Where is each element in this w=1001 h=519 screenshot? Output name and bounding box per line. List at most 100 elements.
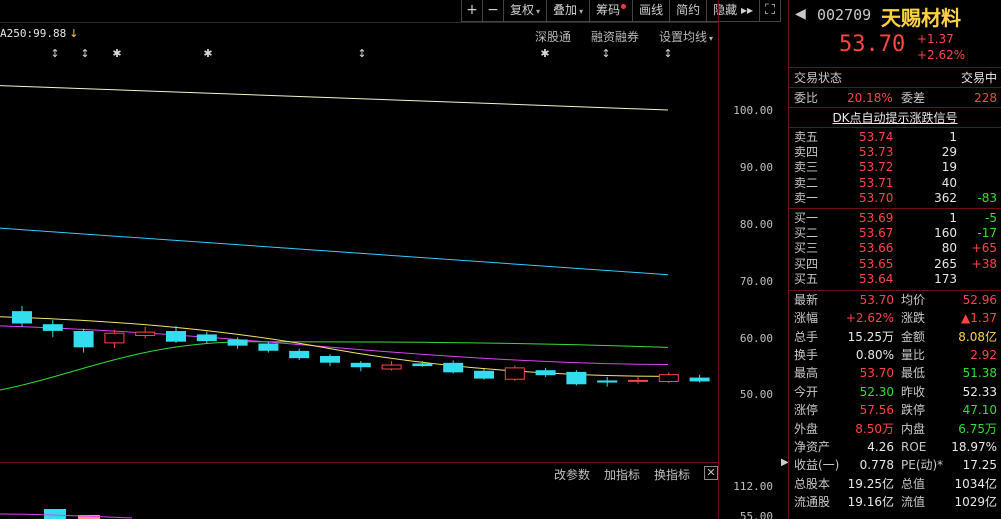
candle-body[interactable] bbox=[258, 343, 279, 351]
candle-body[interactable] bbox=[597, 380, 618, 383]
bid-level-row[interactable]: 买四 53.65 265 +38 bbox=[789, 257, 1001, 272]
stat-value: 8.08亿 bbox=[958, 329, 997, 344]
candle-body[interactable] bbox=[227, 339, 248, 346]
candle-body[interactable] bbox=[73, 331, 94, 348]
collapse-panel-handle[interactable]: ▶ bbox=[781, 448, 789, 478]
stat-label: 涨幅 bbox=[794, 311, 819, 326]
overlay-button-label: 叠加 bbox=[553, 3, 578, 17]
stat-label: 换手 bbox=[794, 348, 819, 363]
event-marker-icon[interactable]: ↕ bbox=[357, 47, 366, 60]
stat-label: 今开 bbox=[794, 384, 819, 399]
candle-body[interactable] bbox=[104, 332, 125, 344]
event-marker-icon[interactable]: ↕ bbox=[80, 47, 89, 60]
chips-button[interactable]: 筹码 bbox=[590, 0, 634, 22]
adjust-button[interactable]: 复权 ▾ bbox=[504, 0, 548, 22]
candle-body[interactable] bbox=[381, 364, 402, 370]
stat-value: 0.80% bbox=[855, 348, 894, 363]
level-volume: 362 bbox=[934, 190, 957, 205]
candle-body[interactable] bbox=[350, 362, 371, 368]
weibi-label: 委比 bbox=[794, 91, 819, 105]
draw-line-button[interactable]: 画线 bbox=[633, 0, 671, 22]
link-hk-connect[interactable]: 深股通 bbox=[535, 28, 571, 45]
ask-level-row[interactable]: 卖二 53.71 40 bbox=[789, 176, 1001, 191]
candle-body[interactable] bbox=[412, 363, 433, 367]
stat-label: 最新 bbox=[794, 292, 819, 307]
weicha-label: 委差 bbox=[901, 91, 926, 105]
candle-body[interactable] bbox=[689, 377, 710, 382]
ask-level-row[interactable]: 卖三 53.72 19 bbox=[789, 160, 1001, 175]
candle-body[interactable] bbox=[474, 370, 494, 379]
bid-level-row[interactable]: 买二 53.67 160 -17 bbox=[789, 226, 1001, 241]
candle-body[interactable] bbox=[535, 370, 556, 376]
zoom-out-button[interactable]: − bbox=[483, 0, 505, 22]
level-label: 卖二 bbox=[794, 175, 819, 190]
event-marker-icon[interactable]: ✱ bbox=[112, 47, 121, 60]
stat-value: 52.96 bbox=[962, 292, 997, 307]
kline-chart-canvas[interactable]: ↕ ↕ ✱ ✱ ↕ ✱ ↕ ↕ bbox=[0, 0, 718, 519]
level-delta: -5 bbox=[985, 210, 997, 225]
kline-chart-area[interactable]: ↕ ↕ ✱ ✱ ↕ ✱ ↕ ↕ A250:99.88 ↓ 深股通 融资融券 设置均线 ▾ + − 复权… bbox=[0, 0, 781, 519]
chevron-down-icon: ▾ bbox=[536, 7, 541, 16]
ask-level-row[interactable]: 卖四 53.73 29 bbox=[789, 145, 1001, 160]
stat-value: 53.70 bbox=[859, 292, 894, 307]
stat-value: 17.25 bbox=[962, 458, 997, 473]
candle-body[interactable] bbox=[42, 324, 63, 331]
quote-header: ◀ 002709 天赐材料 53.70 +1.37 +2.62% bbox=[789, 0, 1001, 68]
stat-label: ROE bbox=[901, 440, 927, 454]
ask-level-row[interactable]: 卖一 53.70 362 -83 bbox=[789, 191, 1001, 206]
event-marker-icon[interactable]: ↕ bbox=[50, 47, 59, 60]
simple-mode-button[interactable]: 简约 bbox=[670, 0, 708, 22]
bid-level-row[interactable]: 买五 53.64 173 bbox=[789, 272, 1001, 287]
stat-label: 收益(一) bbox=[794, 458, 840, 473]
chevron-left-icon[interactable]: ◀ bbox=[795, 6, 806, 22]
moving-average-line bbox=[0, 227, 669, 276]
event-marker-icon[interactable]: ↕ bbox=[601, 47, 610, 60]
bid-level-row[interactable]: 买一 53.69 1 -5 bbox=[789, 211, 1001, 226]
stat-value: 4.26 bbox=[867, 440, 894, 454]
event-marker-icon[interactable]: ↕ bbox=[663, 47, 672, 60]
ask-level-row[interactable]: 卖五 53.74 1 bbox=[789, 130, 1001, 145]
event-marker-icon[interactable]: ✱ bbox=[540, 47, 549, 60]
switch-indicator-button[interactable]: 换指标 bbox=[654, 466, 690, 483]
dk-signal-link[interactable]: DK点自动提示涨跌信号 bbox=[789, 108, 1001, 128]
add-indicator-button[interactable]: 加指标 bbox=[604, 466, 640, 483]
stat-value: 19.16亿 bbox=[847, 495, 894, 510]
candle-body[interactable] bbox=[566, 371, 587, 385]
quote-stats: 最新 53.70 均价 52.96 涨幅 +2.62% 涨跌 ▲1.37 总手 15.25万 金额 8… bbox=[789, 291, 1001, 512]
candle-body[interactable] bbox=[504, 367, 525, 380]
stat-row: 净资产 4.26 ROE 18.97% bbox=[789, 438, 1001, 456]
stat-label: 均价 bbox=[901, 292, 926, 307]
level-price: 53.64 bbox=[859, 271, 894, 286]
stat-row: 最新 53.70 均价 52.96 bbox=[789, 291, 1001, 309]
candle-body[interactable] bbox=[289, 350, 310, 359]
change-percent: +2.62% bbox=[917, 48, 966, 62]
stat-value: 19.25亿 bbox=[847, 476, 894, 491]
link-margin-trading[interactable]: 融资融券 bbox=[591, 28, 639, 45]
edit-params-button[interactable]: 改参数 bbox=[554, 466, 590, 483]
candle-body[interactable] bbox=[320, 356, 340, 363]
event-marker-icon[interactable]: ✱ bbox=[203, 47, 212, 60]
candle-body[interactable] bbox=[658, 374, 679, 383]
zoom-in-button[interactable]: + bbox=[462, 0, 484, 22]
draw-line-button-label: 画线 bbox=[639, 3, 664, 17]
overlay-button[interactable]: 叠加 ▾ bbox=[547, 0, 591, 22]
candle-body[interactable] bbox=[135, 331, 156, 336]
adjust-button-label: 复权 bbox=[510, 3, 535, 17]
stat-value: 6.75万 bbox=[958, 421, 997, 436]
stat-label: 跌停 bbox=[901, 403, 926, 418]
candle-body[interactable] bbox=[196, 334, 217, 342]
level-price: 53.70 bbox=[859, 190, 894, 205]
price-axis: 100.00 90.00 80.00 70.00 60.00 50.00 112.00 55.… bbox=[718, 0, 781, 519]
level-volume: 19 bbox=[941, 160, 957, 175]
stat-value: 1029亿 bbox=[954, 495, 997, 510]
candle-body[interactable] bbox=[443, 362, 464, 373]
candle-body[interactable] bbox=[12, 311, 32, 324]
candle-body[interactable] bbox=[628, 379, 648, 382]
candle-body[interactable] bbox=[166, 331, 186, 342]
quote-panel: ◀ 002709 天赐材料 53.70 +1.37 +2.62% 交易状态 交易… bbox=[788, 0, 1001, 519]
level-volume: 80 bbox=[941, 241, 957, 256]
link-ma-settings[interactable]: 设置均线 ▾ bbox=[659, 28, 713, 45]
order-book: 卖五 53.74 1 卖四 53.73 29 卖三 53.72 19 卖二 53.71 40 卖一 53.… bbox=[789, 128, 1001, 291]
bid-level-row[interactable]: 买三 53.66 80 +65 bbox=[789, 241, 1001, 256]
close-icon[interactable]: ✕ bbox=[704, 466, 718, 480]
